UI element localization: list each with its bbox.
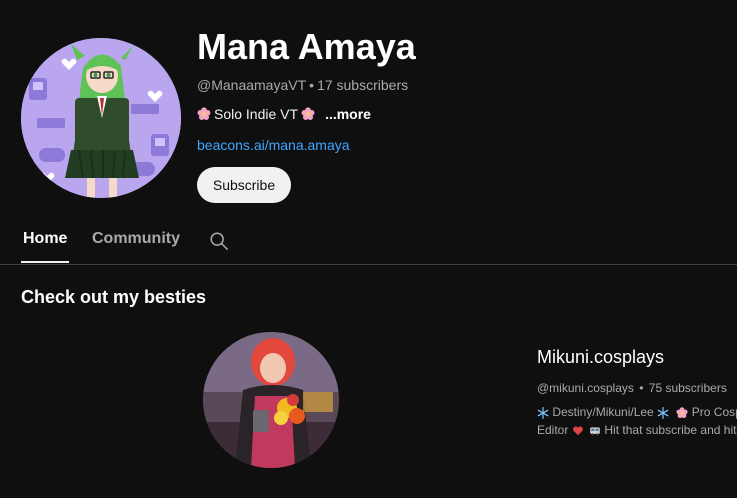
subscribe-button[interactable]: Subscribe	[197, 167, 291, 203]
featured-subscriber-count: 75 subscribers	[648, 381, 727, 395]
cherry-blossom-icon	[197, 107, 211, 120]
description-text-d: Hit that subscribe and hit t	[604, 423, 737, 437]
channel-avatar[interactable]	[21, 38, 181, 198]
snowflake-icon	[537, 406, 549, 419]
meta-separator: •	[639, 381, 644, 395]
meta-separator: •	[309, 77, 315, 93]
tab-community[interactable]: Community	[92, 230, 180, 248]
channel-name: Mana Amaya	[197, 26, 416, 67]
channel-link[interactable]: beacons.ai/mana.amaya	[197, 137, 350, 153]
channel-tabs: Home Community	[0, 216, 737, 265]
description-text: Solo Indie VT	[214, 106, 299, 122]
featured-channel-meta: @mikuni.cosplays • 75 subscribers	[537, 381, 727, 395]
section-title: Check out my besties	[21, 287, 207, 307]
description-text-a: Destiny/Mikuni/Lee	[552, 405, 654, 419]
description-line-1: Destiny/Mikuni/Lee Pro Cosp	[537, 403, 737, 421]
featured-channel-handle: @mikuni.cosplays	[537, 381, 634, 395]
cherry-blossom-icon	[301, 107, 315, 120]
more-button[interactable]: ...more	[325, 106, 371, 122]
tab-home[interactable]: Home	[23, 230, 67, 248]
snowflake-icon	[657, 406, 669, 419]
search-icon[interactable]	[208, 230, 230, 252]
cherry-blossom-icon	[676, 407, 688, 418]
channel-handle: @ManaamayaVT	[197, 77, 307, 93]
heart-icon	[572, 426, 583, 436]
featured-channel-avatar[interactable]	[203, 332, 339, 468]
description-line-2: Editor Hit that subscribe and hit t	[537, 421, 737, 439]
featured-channel-name[interactable]: Mikuni.cosplays	[537, 347, 664, 368]
featured-channel-avatar-image	[203, 332, 339, 468]
subscriber-count: 17 subscribers	[317, 77, 409, 93]
featured-channel-description: Destiny/Mikuni/Lee Pro Cosp Editor Hit t…	[537, 403, 737, 439]
description-text-b: Pro Cosp	[691, 405, 737, 419]
description-text-c: Editor	[537, 423, 569, 437]
bus-icon	[590, 427, 600, 436]
channel-meta: @ManaamayaVT • 17 subscribers	[197, 77, 408, 93]
active-tab-indicator	[21, 261, 69, 263]
channel-description[interactable]: Solo Indie VT ...more	[197, 106, 371, 122]
channel-avatar-image	[21, 38, 181, 198]
